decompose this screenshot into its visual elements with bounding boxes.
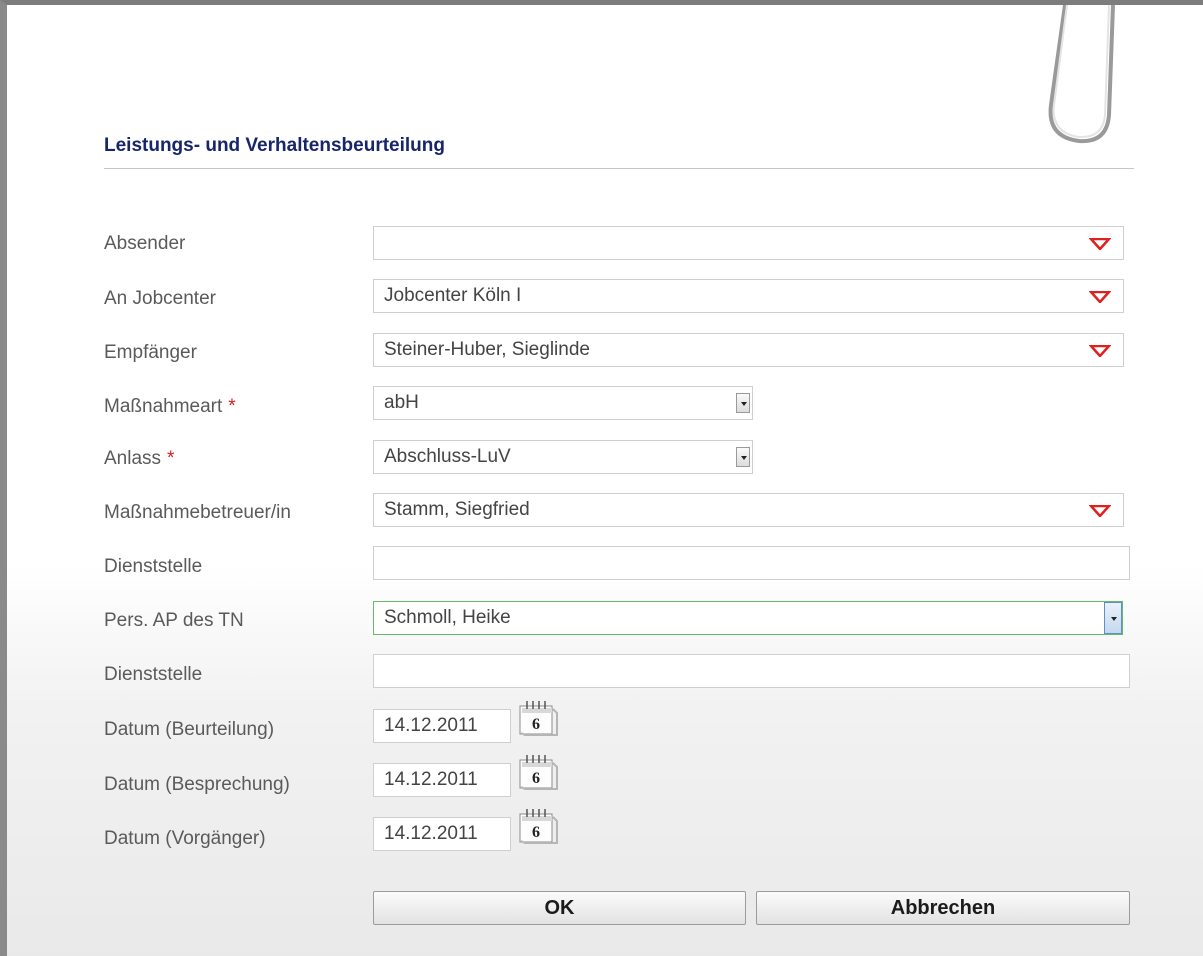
select-arrow-icon[interactable] bbox=[736, 447, 750, 467]
empfaenger-label: Empfänger bbox=[104, 342, 197, 363]
datum-vorgaenger-label: Datum (Vorgänger) bbox=[104, 828, 266, 849]
datum-besprechung-input[interactable]: 14.12.2011 bbox=[373, 763, 511, 797]
pers-ap-select[interactable]: Schmoll, Heike bbox=[373, 601, 1123, 635]
dropdown-triangle-icon[interactable] bbox=[1089, 291, 1111, 303]
dropdown-triangle-icon[interactable] bbox=[1089, 238, 1111, 250]
paperclip-icon bbox=[1048, 5, 1115, 144]
dropdown-triangle-icon[interactable] bbox=[1089, 345, 1111, 357]
calendar-icon[interactable]: 6 bbox=[517, 805, 563, 845]
betreuer-combobox[interactable]: Stamm, Siegfried bbox=[373, 493, 1124, 527]
datum-beurteilung-input[interactable]: 14.12.2011 bbox=[373, 709, 511, 743]
select-arrow-icon[interactable] bbox=[736, 393, 750, 413]
required-marker: * bbox=[167, 448, 175, 469]
form-title: Leistungs- und Verhaltensbeurteilung bbox=[104, 135, 445, 156]
massnahmeart-value: abH bbox=[384, 392, 419, 413]
empfaenger-value: Steiner-Huber, Sieglinde bbox=[384, 339, 590, 360]
calendar-icon[interactable]: 6 bbox=[517, 697, 563, 737]
datum-vorgaenger-value: 14.12.2011 bbox=[384, 823, 478, 844]
datum-besprechung-value: 14.12.2011 bbox=[384, 769, 478, 790]
anlass-value: Abschluss-LuV bbox=[384, 446, 511, 467]
dialog-frame: Leistungs- und Verhaltensbeurteilung Abs… bbox=[0, 0, 1203, 956]
anlass-label-text: Anlass bbox=[104, 448, 162, 469]
betreuer-label: Maßnahmebetreuer/in bbox=[104, 502, 291, 523]
dropdown-triangle-icon[interactable] bbox=[1089, 505, 1111, 517]
jobcenter-combobox[interactable]: Jobcenter Köln I bbox=[373, 279, 1124, 313]
datum-vorgaenger-input[interactable]: 14.12.2011 bbox=[373, 817, 511, 851]
dienststelle-label: Dienststelle bbox=[104, 556, 203, 577]
absender-combobox[interactable] bbox=[373, 226, 1124, 260]
cancel-button[interactable]: Abbrechen bbox=[756, 891, 1130, 925]
pers-ap-value: Schmoll, Heike bbox=[384, 607, 511, 628]
absender-label: Absender bbox=[104, 233, 186, 254]
calendar-day: 6 bbox=[532, 824, 540, 841]
ok-button[interactable]: OK bbox=[373, 891, 746, 925]
dienststelle-label-2: Dienststelle bbox=[104, 664, 203, 685]
massnahmeart-label-text: Maßnahmeart bbox=[104, 396, 223, 417]
pers-ap-label: Pers. AP des TN bbox=[104, 610, 244, 631]
dienststelle-input-2[interactable] bbox=[373, 654, 1130, 688]
anlass-label: Anlass * bbox=[104, 448, 174, 470]
select-arrow-icon[interactable] bbox=[1104, 602, 1122, 634]
datum-beurteilung-value: 14.12.2011 bbox=[384, 715, 478, 736]
calendar-day: 6 bbox=[532, 770, 540, 787]
anlass-select[interactable]: Abschluss-LuV bbox=[373, 440, 753, 474]
datum-beurteilung-label: Datum (Beurteilung) bbox=[104, 719, 275, 740]
required-marker: * bbox=[228, 396, 236, 417]
jobcenter-label: An Jobcenter bbox=[104, 288, 216, 309]
dienststelle-input[interactable] bbox=[373, 546, 1130, 580]
massnahmeart-select[interactable]: abH bbox=[373, 386, 753, 420]
betreuer-value: Stamm, Siegfried bbox=[384, 499, 530, 520]
calendar-icon[interactable]: 6 bbox=[517, 751, 563, 791]
massnahmeart-label: Maßnahmeart * bbox=[104, 396, 236, 418]
datum-besprechung-label: Datum (Besprechung) bbox=[104, 774, 290, 795]
jobcenter-value: Jobcenter Köln I bbox=[384, 285, 522, 306]
calendar-day: 6 bbox=[532, 716, 540, 733]
empfaenger-combobox[interactable]: Steiner-Huber, Sieglinde bbox=[373, 333, 1124, 367]
title-divider bbox=[104, 168, 1134, 169]
